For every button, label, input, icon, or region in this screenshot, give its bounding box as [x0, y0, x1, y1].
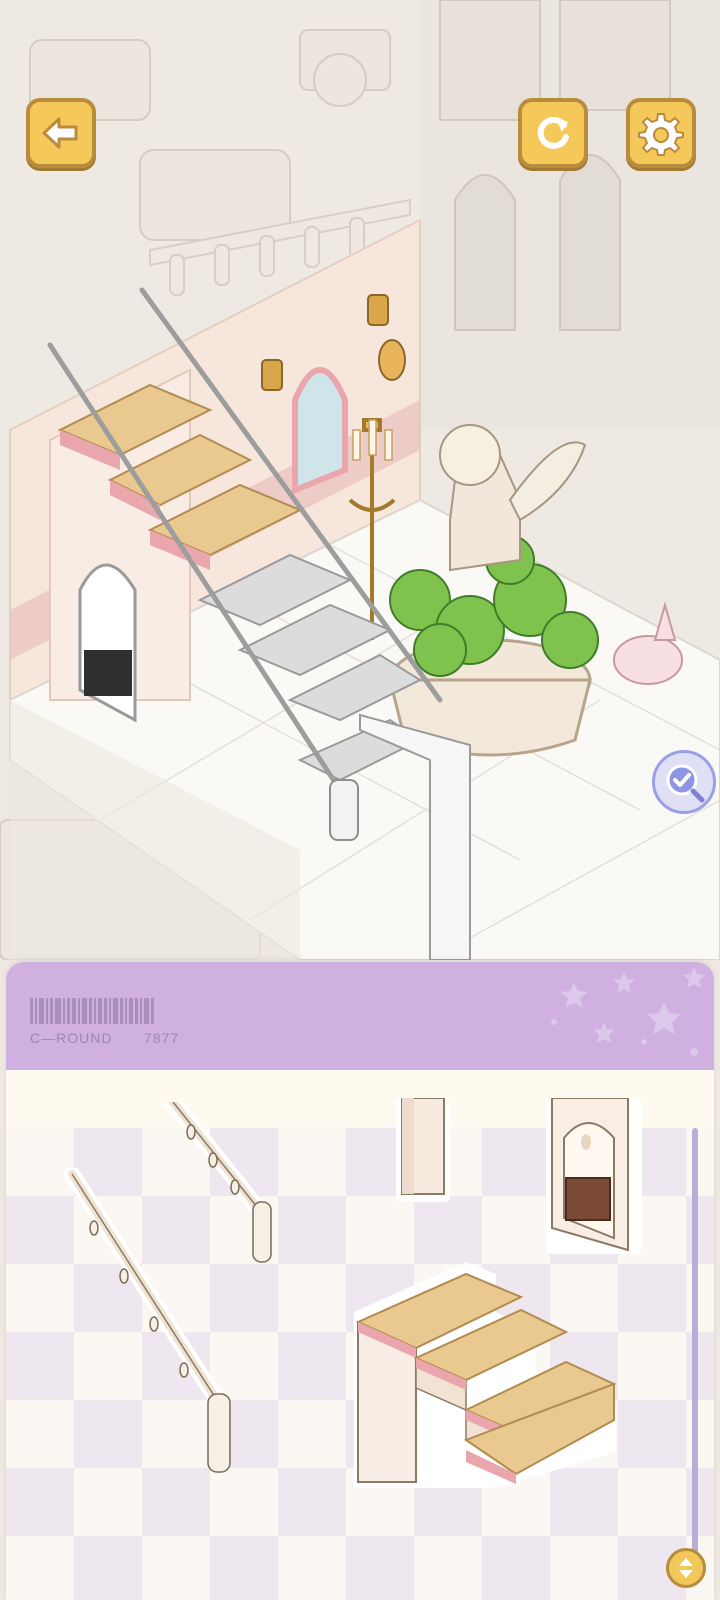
settings-button[interactable] — [626, 98, 696, 168]
column-piece[interactable] — [392, 1098, 454, 1208]
scene-artwork — [0, 0, 720, 960]
archway-door-piece[interactable] — [546, 1098, 642, 1258]
arrow-left-icon — [42, 117, 78, 149]
refresh-icon — [537, 116, 569, 149]
round-number: 7877 — [144, 1030, 180, 1046]
round-label: C—ROUND — [30, 1030, 113, 1046]
panel-header: C—ROUND 7877 — [6, 962, 714, 1070]
sort-button[interactable] — [666, 1548, 706, 1588]
barcode-graphic — [30, 998, 190, 1024]
gear-icon — [638, 113, 684, 156]
game-scene[interactable] — [0, 0, 720, 960]
tray-scrollbar[interactable] — [692, 1128, 698, 1558]
long-handrail-piece[interactable] — [62, 1168, 262, 1478]
carpet-stairs-piece[interactable] — [346, 1252, 636, 1492]
zoom-button[interactable] — [652, 750, 716, 814]
stars-decoration — [551, 967, 705, 1056]
piece-panel: C—ROUND 7877 — [6, 962, 714, 1600]
magnifier-check-icon — [666, 764, 705, 803]
swap-vertical-icon — [679, 1558, 693, 1578]
back-button[interactable] — [26, 98, 96, 168]
restart-button[interactable] — [518, 98, 588, 168]
